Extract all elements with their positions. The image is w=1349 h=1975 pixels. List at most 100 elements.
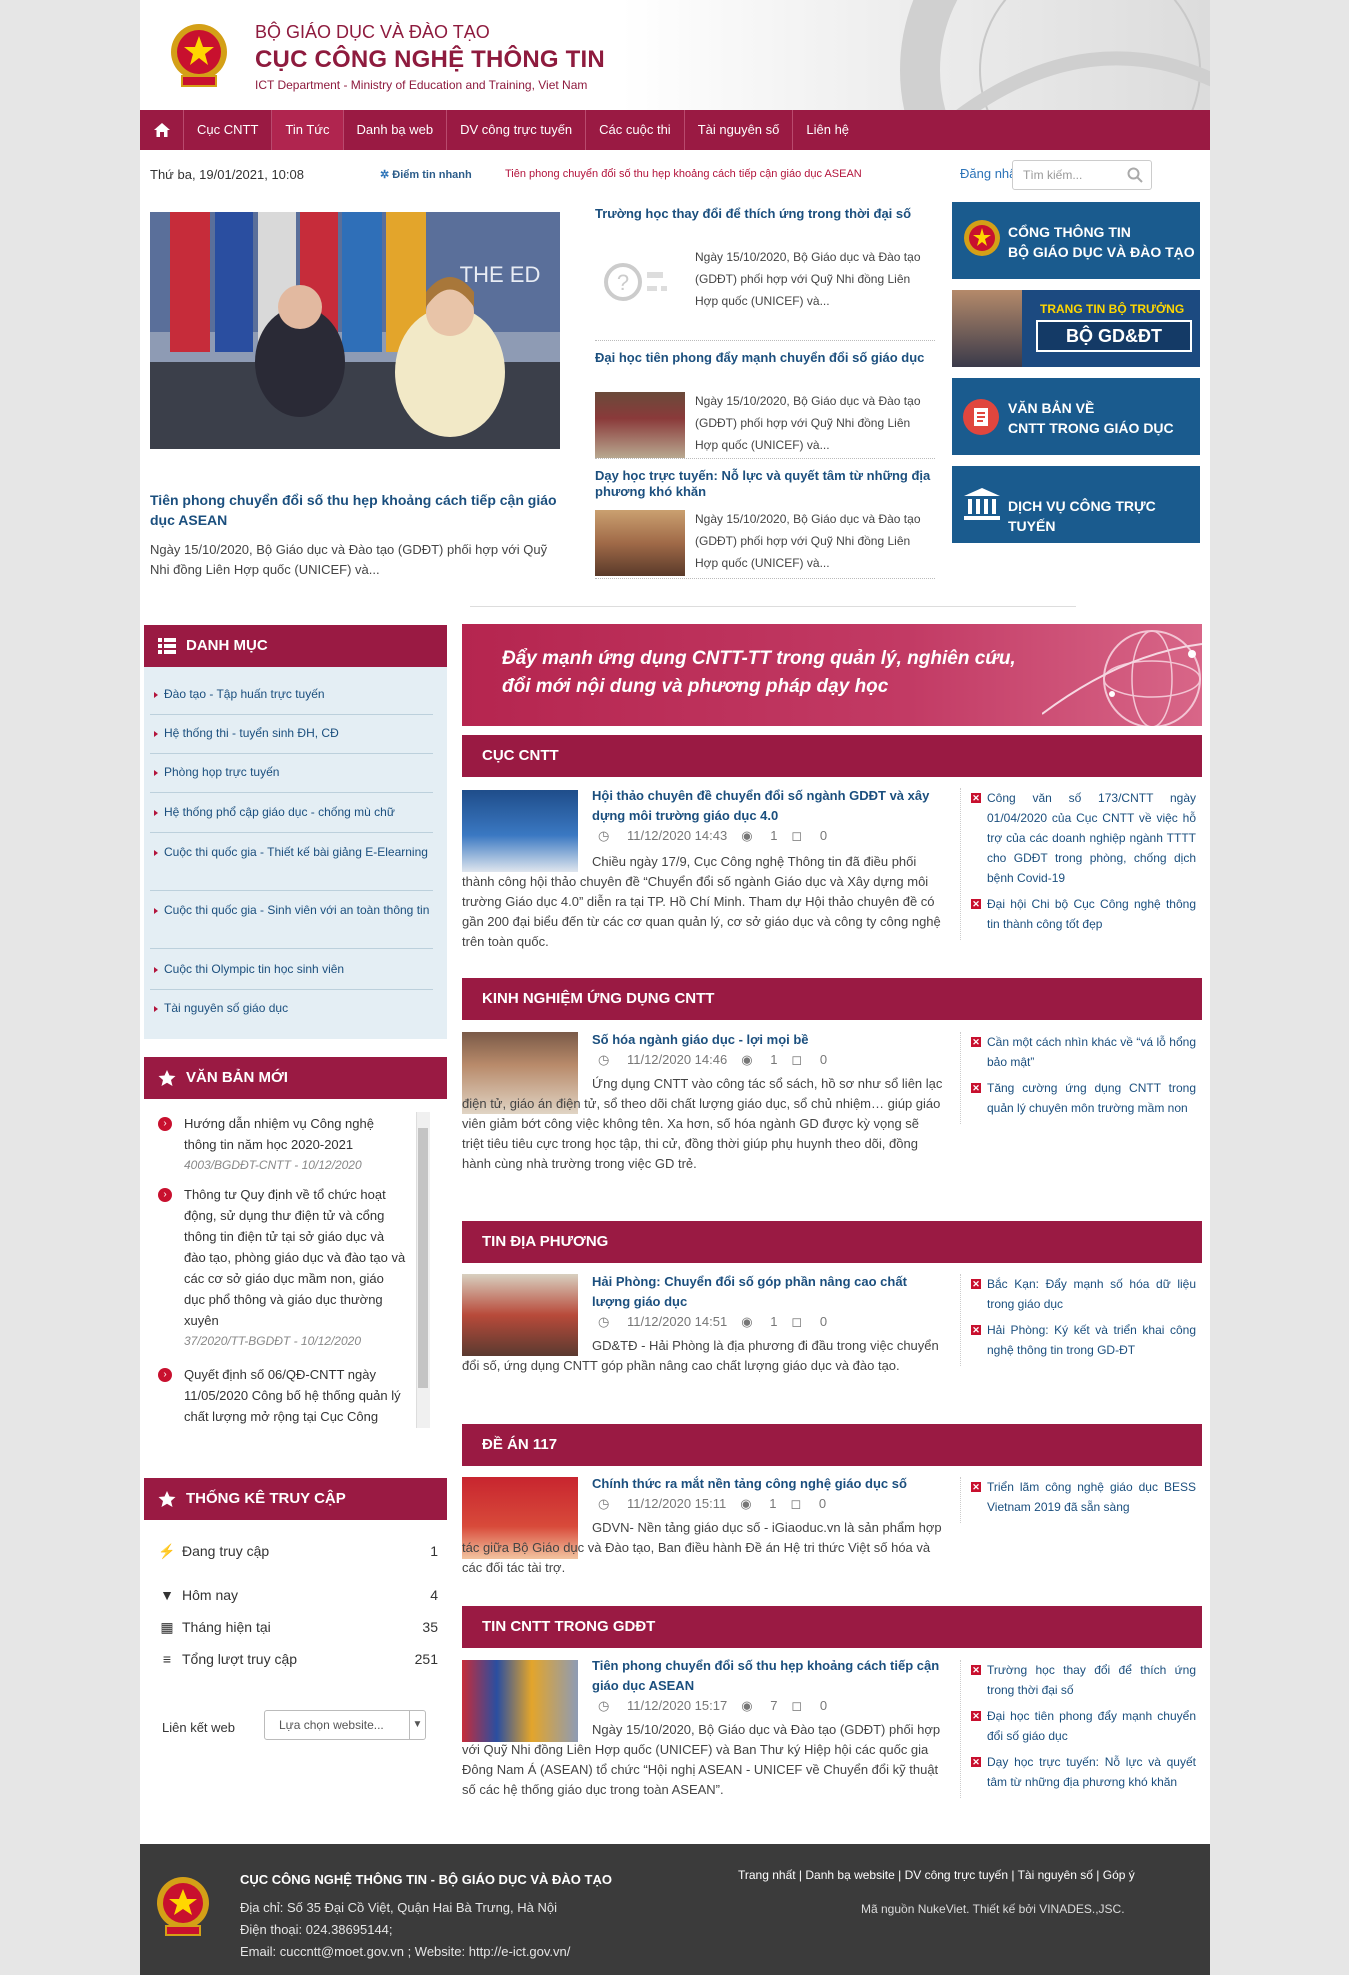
related-item[interactable]: ✕ Đại học tiên phong đẩy mạnh chuyển đổi … xyxy=(971,1706,1196,1746)
footer-link-dv-cong[interactable]: DV công trực tuyến xyxy=(905,1868,1008,1882)
category-item[interactable]: Đào tạo - Tập huấn trực tuyến xyxy=(150,685,433,715)
stat-row-month: ▦ Tháng hiện tại 35 xyxy=(158,1619,438,1636)
banner-cong-thong-tin[interactable]: CỔNG THÔNG TIN BỘ GIÁO DỤC VÀ ĐÀO TẠO xyxy=(952,202,1200,279)
article-title[interactable]: Hội thảo chuyên đề chuyển đổi số ngành G… xyxy=(592,786,944,826)
new-docs-scrollbar-thumb[interactable] xyxy=(418,1128,428,1388)
footer-link-trang-nhat[interactable]: Trang nhất xyxy=(738,1868,796,1882)
side-news-title[interactable]: Trường học thay đổi để thích ứng trong t… xyxy=(595,206,935,222)
category-item[interactable]: Cuộc thi Olympic tin học sinh viên xyxy=(150,960,433,990)
side-news-title[interactable]: Đại học tiên phong đẩy mạnh chuyển đổi s… xyxy=(595,350,935,366)
related-text[interactable]: Triển lãm công nghệ giáo dục BESS Vietna… xyxy=(987,1480,1196,1514)
article-desc-text: GDVN- Nền tảng giáo dục số - iGiaoduc.vn… xyxy=(462,1520,942,1575)
related-text[interactable]: Công văn số 173/CNTT ngày 01/04/2020 của… xyxy=(987,791,1196,885)
article-title[interactable]: Hải Phòng: Chuyển đổi số góp phần nâng c… xyxy=(592,1272,944,1312)
quick-news-ticker[interactable]: Tiên phong chuyển đổi số thu hẹp khoảng … xyxy=(505,168,862,180)
nav-item-danh-ba-web[interactable]: Danh bạ web xyxy=(344,110,448,150)
new-doc-text[interactable]: Hướng dẫn nhiệm vụ Công nghệ thông tin n… xyxy=(184,1113,408,1155)
category-item[interactable]: Phòng họp trực tuyến xyxy=(150,763,433,793)
article-meta: ◷ 11/12/2020 15:11 ◉ 1 ◻ 0 xyxy=(598,1496,938,1512)
weblink-select[interactable]: Lựa chọn website... ▼ xyxy=(264,1710,426,1740)
related-text[interactable]: Dạy học trực tuyến: Nỗ lực và quyết tâm … xyxy=(987,1755,1196,1789)
related-item[interactable]: ✕ Hải Phòng: Ký kết và triển khai công ng… xyxy=(971,1320,1196,1360)
footer-credit[interactable]: Mã nguồn NukeViet. Thiết kế bởi VINADES.… xyxy=(861,1902,1125,1916)
category-item[interactable]: Hệ thống phổ cập giáo dục - chống mù chữ xyxy=(150,803,433,833)
new-doc-item[interactable]: › Thông tư Quy định về tổ chức hoạt động… xyxy=(158,1184,408,1352)
footer-link-gop-y[interactable]: Góp ý xyxy=(1103,1868,1135,1882)
related-item[interactable]: ✕ Bắc Kạn: Đẩy mạnh số hóa dữ liệu trong … xyxy=(971,1274,1196,1314)
side-news-item[interactable]: Dạy học trực tuyến: Nỗ lực và quyết tâm … xyxy=(595,468,935,583)
section-header-tin-cntt-gddt[interactable]: TIN CNTT TRONG GDĐT xyxy=(462,1606,1202,1648)
related-item[interactable]: ✕ Trường học thay đổi để thích ứng trong … xyxy=(971,1660,1196,1700)
nav-item-cuc-cntt[interactable]: Cục CNTT xyxy=(184,110,273,150)
related-item[interactable]: ✕ Đại hội Chi bộ Cục Công nghệ thông tin … xyxy=(971,894,1196,934)
new-doc-code: 37/2020/TT-BGDĐT - 10/12/2020 xyxy=(184,1334,361,1348)
department-subtitle: ICT Department - Ministry of Education a… xyxy=(255,78,588,92)
footer-links: Trang nhất | Danh bạ website | DV công t… xyxy=(738,1868,1135,1882)
national-emblem-logo[interactable] xyxy=(168,18,230,90)
category-item[interactable]: Cuộc thi quốc gia - Sinh viên với an toà… xyxy=(150,901,433,949)
stat-row-online: ⚡ Đang truy cập 1 xyxy=(158,1543,438,1560)
emblem-icon xyxy=(964,220,1000,256)
minister-photo xyxy=(952,290,1022,367)
related-item[interactable]: ✕ Công văn số 173/CNTT ngày 01/04/2020 củ… xyxy=(971,788,1196,888)
category-item[interactable]: Cuộc thi quốc gia - Thiết kế bài giảng E… xyxy=(150,843,433,891)
article-title[interactable]: Số hóa ngành giáo dục - lợi mọi bề xyxy=(592,1030,944,1050)
nav-item-dv-cong[interactable]: DV công trực tuyến xyxy=(447,110,587,150)
search-input[interactable]: Tìm kiếm... xyxy=(1012,160,1152,190)
footer-phone: Điện thoại: 024.38695144; xyxy=(240,1922,393,1937)
comment-icon: ◻ xyxy=(791,828,803,843)
bullet-icon: ✕ xyxy=(971,1279,981,1289)
related-text[interactable]: Trường học thay đổi để thích ứng trong t… xyxy=(987,1663,1196,1697)
footer-contact[interactable]: Email: cuccntt@moet.gov.vn ; Website: ht… xyxy=(240,1944,570,1959)
related-item[interactable]: ✕ Triển lãm công nghệ giáo dục BESS Vietn… xyxy=(971,1477,1196,1517)
home-button[interactable] xyxy=(140,110,184,150)
banner-trang-tin-bo-truong[interactable]: TRANG TIN BỘ TRƯỞNG BỘ GD&ĐT xyxy=(952,290,1200,367)
section-header-de-an-117[interactable]: ĐỀ ÁN 117 xyxy=(462,1424,1202,1466)
bullet-icon: ✕ xyxy=(971,1083,981,1093)
article-title[interactable]: Tiên phong chuyển đổi số thu hẹp khoảng … xyxy=(592,1656,944,1696)
category-item[interactable]: Tài nguyên số giáo dục xyxy=(150,999,433,1029)
categories-header: DANH MỤC xyxy=(144,625,447,667)
section-header-kinh-nghiem[interactable]: KINH NGHIỆM ỨNG DỤNG CNTT xyxy=(462,978,1202,1020)
related-text[interactable]: Cần một cách nhìn khác về “vá lỗ hổng bả… xyxy=(987,1035,1196,1069)
related-item[interactable]: ✕ Tăng cường ứng dụng CNTT trong quản lý … xyxy=(971,1078,1196,1118)
nav-item-lien-he[interactable]: Liên hệ xyxy=(793,110,862,150)
related-text[interactable]: Bắc Kạn: Đẩy mạnh số hóa dữ liệu trong g… xyxy=(987,1277,1196,1311)
featured-image[interactable]: THE ED xyxy=(150,212,560,449)
stat-value: 4 xyxy=(430,1587,438,1603)
banner-van-ban[interactable]: VĂN BẢN VỀ CNTT TRONG GIÁO DỤC xyxy=(952,378,1200,455)
section-header-cuc-cntt[interactable]: CỤC CNTT xyxy=(462,735,1202,777)
section-header-tin-dia-phuong[interactable]: TIN ĐỊA PHƯƠNG xyxy=(462,1221,1202,1263)
new-doc-item[interactable]: › Hướng dẫn nhiệm vụ Công nghệ thông tin… xyxy=(158,1113,408,1176)
article-views: 1 xyxy=(770,1314,778,1329)
article-title[interactable]: Chính thức ra mắt nền tảng công nghệ giá… xyxy=(592,1474,944,1494)
related-text[interactable]: Đại học tiên phong đẩy mạnh chuyển đổi s… xyxy=(987,1709,1196,1743)
department-name[interactable]: CỤC CÔNG NGHỆ THÔNG TIN xyxy=(255,46,605,74)
main-nav: Cục CNTT Tin Tức Danh bạ web DV công trự… xyxy=(140,110,1210,150)
related-text[interactable]: Tăng cường ứng dụng CNTT trong quản lý c… xyxy=(987,1081,1196,1115)
new-doc-text[interactable]: Quyết định số 06/QĐ-CNTT ngày 11/05/2020… xyxy=(184,1364,408,1427)
eye-icon: ◉ xyxy=(741,1698,753,1713)
related-item[interactable]: ✕ Cần một cách nhìn khác về “vá lỗ hổng b… xyxy=(971,1032,1196,1072)
nav-item-tai-nguyen-so[interactable]: Tài nguyên số xyxy=(685,110,794,150)
related-text[interactable]: Đại hội Chi bộ Cục Công nghệ thông tin t… xyxy=(987,897,1196,931)
related-text[interactable]: Hải Phòng: Ký kết và triển khai công ngh… xyxy=(987,1323,1196,1357)
chevron-down-icon: ▼ xyxy=(409,1711,425,1739)
side-news-item[interactable]: Đại học tiên phong đẩy mạnh chuyển đổi s… xyxy=(595,350,935,465)
new-doc-item[interactable]: › Quyết định số 06/QĐ-CNTT ngày 11/05/20… xyxy=(158,1364,408,1427)
nav-item-tin-tuc[interactable]: Tin Tức xyxy=(272,110,344,150)
side-news-title[interactable]: Dạy học trực tuyến: Nỗ lực và quyết tâm … xyxy=(595,468,935,500)
new-docs-list[interactable]: › Hướng dẫn nhiệm vụ Công nghệ thông tin… xyxy=(144,1108,447,1428)
nav-item-cuoc-thi[interactable]: Các cuộc thi xyxy=(586,110,685,150)
footer-link-tai-nguyen[interactable]: Tài nguyên số xyxy=(1018,1868,1093,1882)
category-item[interactable]: Hệ thống thi - tuyển sinh ĐH, CĐ xyxy=(150,724,433,754)
related-item[interactable]: ✕ Dạy học trực tuyến: Nỗ lực và quyết tâm… xyxy=(971,1752,1196,1792)
banner-dich-vu-cong[interactable]: DỊCH VỤ CÔNG TRỰC TUYẾN xyxy=(952,466,1200,543)
featured-title[interactable]: Tiên phong chuyển đổi số thu hẹp khoảng … xyxy=(150,490,560,530)
calendar-icon: ▦ xyxy=(160,1619,174,1635)
search-icon[interactable] xyxy=(1127,167,1143,183)
new-doc-text[interactable]: Thông tư Quy định về tổ chức hoạt động, … xyxy=(184,1184,408,1331)
side-news-item[interactable]: Trường học thay đổi để thích ứng trong t… xyxy=(595,206,935,331)
footer-link-danh-ba[interactable]: Danh bạ website xyxy=(805,1868,894,1882)
stat-label: Tổng lượt truy cập xyxy=(182,1651,298,1667)
